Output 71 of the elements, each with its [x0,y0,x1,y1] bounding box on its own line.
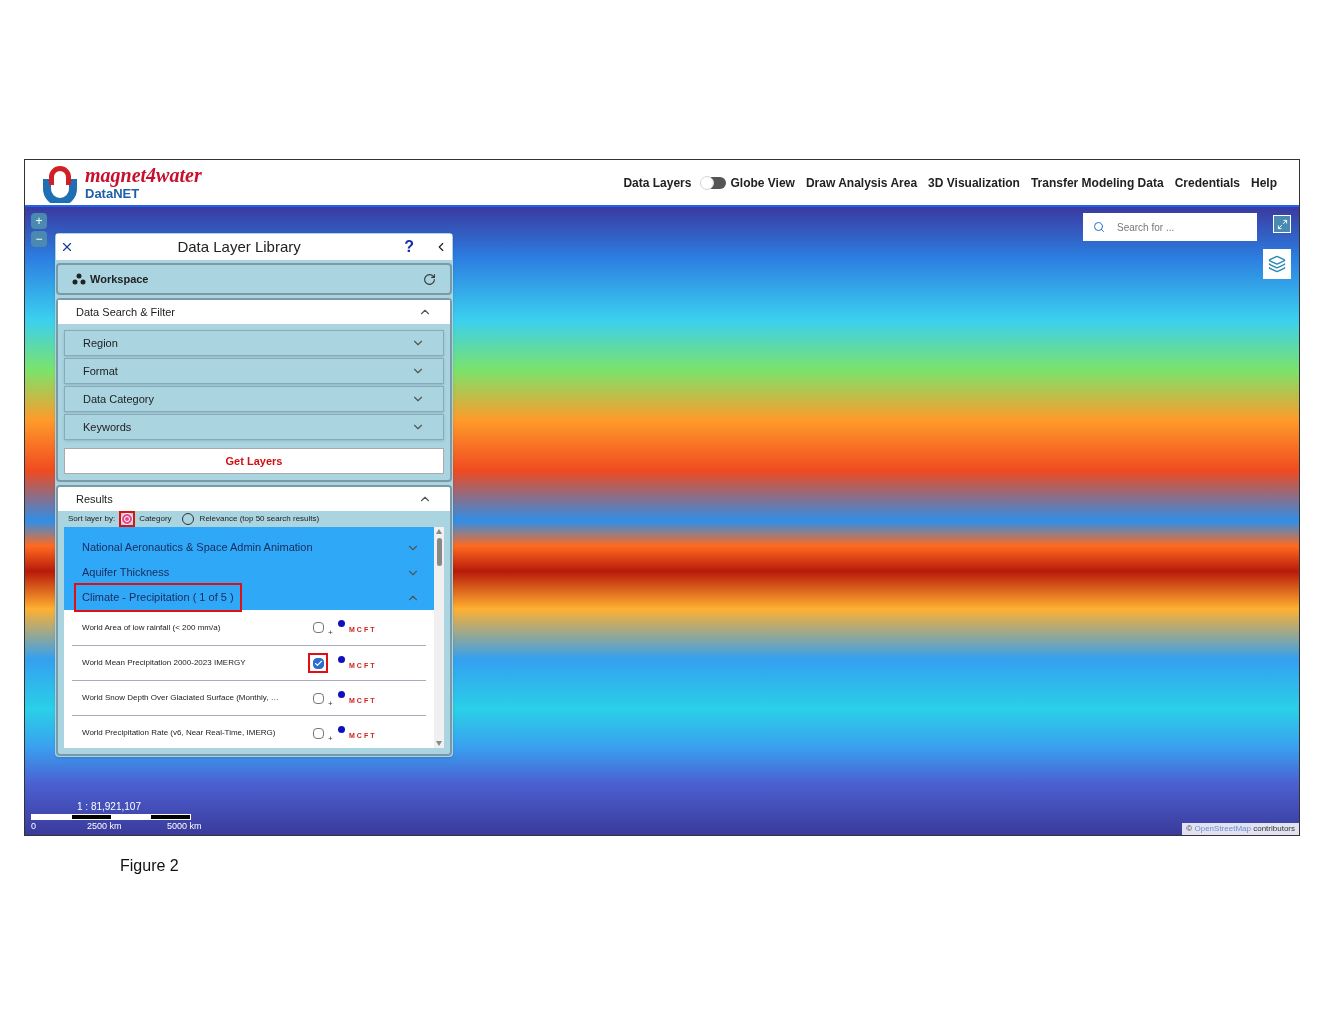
plus-sign[interactable]: + [328,699,333,708]
search-field[interactable]: Search for ... [1083,213,1257,241]
figure-caption: Figure 2 [120,856,180,876]
scale-label: 2500 km [87,819,123,833]
nav-link[interactable]: Help [1251,173,1277,192]
nav-link[interactable]: Data Layers [623,173,692,192]
copyright-symbol: © [1186,824,1193,833]
filter-dropdown[interactable]: Data Category [64,386,444,412]
category-label: Aquifer Thickness [81,565,171,581]
search-icon [1093,221,1105,233]
nav-link[interactable]: Transfer Modeling Data [1030,173,1164,192]
layer-name: World Mean Precipitation 2000-2023 IMERGY [82,657,247,669]
category-label: Climate - Precipitation ( 1 of 5 ) [74,583,242,612]
section-title: Results [76,491,113,507]
layer-name: World Precipitation Rate (v6, Near Real-Time, IMERG) [82,727,277,739]
logo-script: magnet4water [85,165,202,185]
layer-checkbox[interactable] [312,727,324,739]
expand-icon [1276,218,1288,230]
category-row[interactable]: Aquifer Thickness [64,560,434,585]
panel-title: Data Layer Library [176,236,302,257]
category-row[interactable]: Climate - Precipitation ( 1 of 5 ) [64,585,434,610]
get-layers-button[interactable]: Get Layers [64,448,444,474]
fullscreen-button[interactable] [1273,215,1291,233]
scale-label: 0 [31,819,37,833]
help-button[interactable]: ? [404,235,414,259]
sort-option-label: Relevance (top 50 search results) [199,513,320,525]
layer-checkbox[interactable] [312,657,324,669]
filter-dropdown[interactable]: Keywords [64,414,444,440]
zoom-in-button[interactable]: + [31,213,47,229]
attribution: © OpenStreetMap contributors [1182,823,1299,835]
layers-button[interactable] [1263,249,1291,279]
scroll-up-icon[interactable] [436,529,442,534]
layer-name: World Area of low rainfall (< 200 mm/a) [82,621,222,634]
nav-label: Globe View [730,174,795,192]
layer-name: World Snow Depth Over Glaciated Surface (Monthly, … [82,692,280,704]
close-button[interactable] [60,240,74,254]
scale-ratio: 1 : 81,921,107 [77,799,142,814]
results-header[interactable]: Results [58,487,450,511]
scrollbar-thumb[interactable] [436,538,442,566]
logo-name: DataNET [85,187,140,200]
filter-dropdown[interactable]: Format [64,358,444,384]
category-label: National Aeronautics & Space Admin Animation [81,540,314,556]
info-icon[interactable] [338,691,345,698]
scroll-down-icon[interactable] [436,741,442,746]
layer-checkbox[interactable] [312,692,324,704]
info-icon[interactable] [338,656,345,663]
scale-label: 5000 km [167,819,202,833]
section-title: Data Search & Filter [76,304,176,320]
layers-icon [1268,255,1286,273]
refresh-icon[interactable] [423,272,436,286]
layer-checkbox[interactable] [312,622,324,633]
zoom-out-button[interactable]: − [31,231,47,247]
nav-link[interactable]: Draw Analysis Area [805,173,918,192]
plus-sign[interactable]: + [328,734,333,743]
dots-icon [72,273,86,285]
filter-dropdown[interactable]: Region [64,330,444,356]
sort-label: Sort layer by: [68,513,116,525]
close-icon [60,240,74,254]
workspace-label: Workspace [90,271,149,287]
sort-option-label: Category [139,513,172,525]
workspace-bar[interactable]: Workspace [56,263,452,295]
category-row[interactable]: National Aeronautics & Space Admin Animation [64,535,434,560]
check-icon [313,658,323,668]
scrollbar[interactable] [434,527,444,748]
globe-view-toggle[interactable] [702,176,727,189]
info-icon[interactable] [338,620,345,627]
info-icon[interactable] [338,726,345,733]
nav-link[interactable]: Credentials [1174,173,1240,192]
plus-sign[interactable]: + [328,628,333,637]
filter-header[interactable]: Data Search & Filter [58,300,450,324]
nav-link[interactable]: 3D Visualization [928,173,1020,192]
